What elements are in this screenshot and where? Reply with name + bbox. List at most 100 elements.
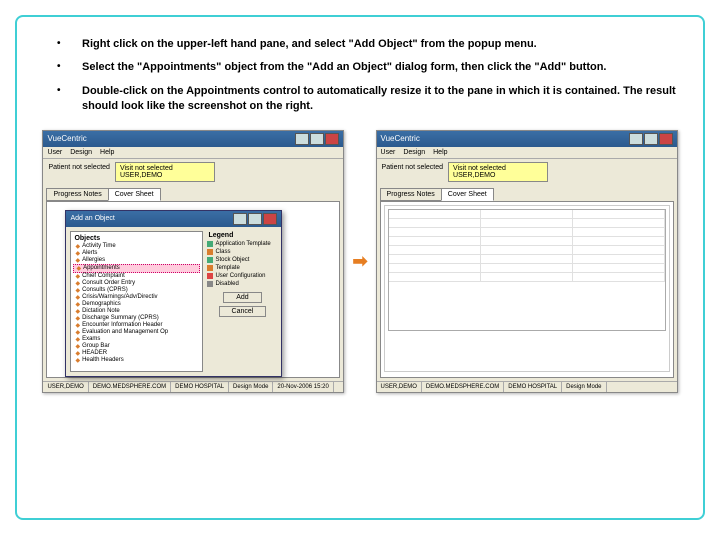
status-cell: Design Mode: [562, 382, 606, 392]
menu-help[interactable]: Help: [433, 149, 447, 156]
legend-app-template-icon: [207, 241, 213, 247]
left-menubar: User Design Help: [43, 147, 343, 159]
right-info-row: Patient not selected Visit not selected …: [377, 159, 677, 185]
legend-item: Disabled: [207, 280, 277, 288]
legend-disabled-icon: [207, 281, 213, 287]
right-content-area: [380, 201, 674, 378]
tree-item[interactable]: ◆Exams: [73, 336, 200, 343]
tree-item[interactable]: ◆Dictation Note: [73, 308, 200, 315]
left-app-window: VueCentric User Design Help Patient not …: [42, 130, 344, 393]
tree-item[interactable]: ◆Demographics: [73, 301, 200, 308]
class-icon: ◆: [75, 280, 80, 287]
arrow-icon: ➡: [352, 251, 367, 272]
visit-line1: Visit not selected: [120, 165, 210, 172]
page-frame: Right click on the upper-left hand pane,…: [15, 15, 705, 520]
left-tabs: Progress Notes Cover Sheet: [43, 185, 343, 201]
tree-item[interactable]: ◆Consults (CPRS): [73, 287, 200, 294]
dialog-window-controls: [233, 213, 277, 225]
dialog-title-text: Add an Object: [70, 215, 114, 222]
tree-item[interactable]: ◆Chief Complaint: [73, 273, 200, 280]
class-icon: ◆: [75, 308, 80, 315]
class-icon: ◆: [75, 343, 80, 350]
tree-item[interactable]: ◆Alerts: [73, 250, 200, 257]
right-tabs: Progress Notes Cover Sheet: [377, 185, 677, 201]
menu-design[interactable]: Design: [70, 149, 92, 156]
maximize-icon[interactable]: [310, 133, 324, 145]
add-object-dialog: Add an Object Objects ◆Activity Time ◆Al…: [65, 210, 282, 377]
close-icon[interactable]: [659, 133, 673, 145]
tree-item[interactable]: ◆Encounter Information Header: [73, 322, 200, 329]
menu-design[interactable]: Design: [403, 149, 425, 156]
left-window-controls: [295, 133, 339, 145]
class-icon: ◆: [75, 329, 80, 336]
patient-label: Patient not selected: [46, 162, 112, 182]
status-cell: USER,DEMO: [43, 382, 88, 392]
right-statusbar: USER,DEMO DEMO.MEDSPHERE.COM DEMO HOSPIT…: [377, 381, 677, 392]
status-cell: DEMO HOSPITAL: [504, 382, 562, 392]
visit-info-box: Visit not selected USER,DEMO: [115, 162, 215, 182]
right-window-controls: [629, 133, 673, 145]
maximize-icon[interactable]: [644, 133, 658, 145]
instruction-item-2: Select the "Appointments" object from th…: [57, 60, 683, 75]
class-icon: ◆: [75, 336, 80, 343]
left-info-row: Patient not selected Visit not selected …: [43, 159, 343, 185]
tab-progress-notes[interactable]: Progress Notes: [380, 188, 442, 201]
dialog-maximize-icon[interactable]: [248, 213, 262, 225]
cancel-button[interactable]: Cancel: [219, 306, 267, 317]
status-cell: 20-Nov-2006 15:20: [273, 382, 333, 392]
visit-info-box: Visit not selected USER,DEMO: [448, 162, 548, 182]
menu-help[interactable]: Help: [100, 149, 114, 156]
right-app-window: VueCentric User Design Help Patient not …: [376, 130, 678, 393]
close-icon[interactable]: [325, 133, 339, 145]
tree-item[interactable]: ◆Discharge Summary (CPRS): [73, 315, 200, 322]
left-content-area: Add an Object Objects ◆Activity Time ◆Al…: [46, 201, 340, 378]
instruction-list: Right click on the upper-left hand pane,…: [37, 37, 683, 115]
tab-cover-sheet[interactable]: Cover Sheet: [108, 188, 161, 201]
tree-item[interactable]: ◆Group Bar: [73, 343, 200, 350]
class-icon: ◆: [75, 257, 80, 264]
tree-item[interactable]: ◆Health Headers: [73, 357, 200, 364]
tree-item[interactable]: ◆Crisis/Warnings/Adv/Directiv: [73, 294, 200, 301]
menu-user[interactable]: User: [381, 149, 396, 156]
class-icon: ◆: [75, 243, 80, 250]
add-button[interactable]: Add: [223, 292, 261, 303]
class-icon: ◆: [75, 294, 80, 301]
dialog-close-icon[interactable]: [263, 213, 277, 225]
status-cell: DEMO HOSPITAL: [171, 382, 229, 392]
status-cell: USER,DEMO: [377, 382, 422, 392]
left-titlebar: VueCentric: [43, 131, 343, 147]
legend-stock-icon: [207, 257, 213, 263]
dialog-right-col: Legend Application Template Class Stock …: [207, 231, 277, 372]
tree-item[interactable]: ◆Evaluation and Management Op: [73, 329, 200, 336]
legend-item: User Configuration: [207, 272, 277, 280]
tree-item[interactable]: ◆Allergies: [73, 257, 200, 264]
class-icon: ◆: [75, 357, 80, 364]
instruction-item-1: Right click on the upper-left hand pane,…: [57, 37, 683, 52]
tree-item-appointments[interactable]: ◆Appointments: [73, 264, 200, 273]
tree-item[interactable]: ◆Activity Time: [73, 243, 200, 250]
status-cell: Design Mode: [229, 382, 273, 392]
right-menubar: User Design Help: [377, 147, 677, 159]
left-statusbar: USER,DEMO DEMO.MEDSPHERE.COM DEMO HOSPIT…: [43, 381, 343, 392]
visit-line2: USER,DEMO: [453, 172, 543, 179]
minimize-icon[interactable]: [629, 133, 643, 145]
class-icon: ◆: [75, 315, 80, 322]
left-title-text: VueCentric: [47, 134, 86, 143]
right-titlebar: VueCentric: [377, 131, 677, 147]
tab-cover-sheet[interactable]: Cover Sheet: [441, 188, 494, 201]
class-icon: ◆: [76, 265, 81, 272]
tree-item[interactable]: ◆HEADER: [73, 350, 200, 357]
tree-item[interactable]: ◆Consult Order Entry: [73, 280, 200, 287]
appointments-pane[interactable]: [384, 205, 670, 372]
objects-title: Objects: [73, 234, 200, 243]
visit-line2: USER,DEMO: [120, 172, 210, 179]
dialog-minimize-icon[interactable]: [233, 213, 247, 225]
dialog-buttons: Add Cancel: [207, 288, 277, 321]
minimize-icon[interactable]: [295, 133, 309, 145]
status-cell: DEMO.MEDSPHERE.COM: [422, 382, 504, 392]
menu-user[interactable]: User: [47, 149, 62, 156]
class-icon: ◆: [75, 301, 80, 308]
class-icon: ◆: [75, 350, 80, 357]
legend-item: Template: [207, 264, 277, 272]
tab-progress-notes[interactable]: Progress Notes: [46, 188, 108, 201]
